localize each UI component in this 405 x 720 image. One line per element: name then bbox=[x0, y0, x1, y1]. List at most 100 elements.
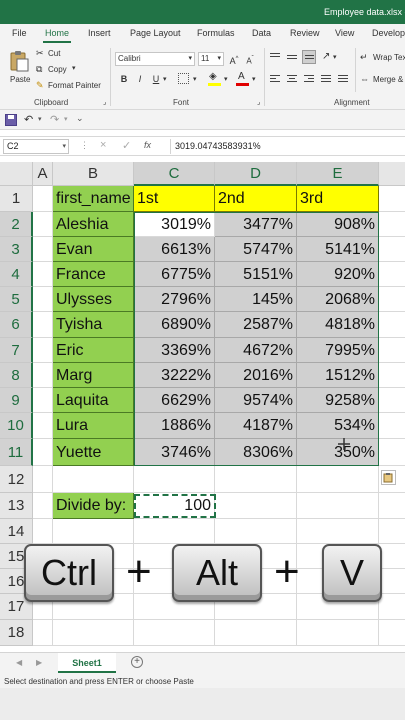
score-2nd-cell[interactable]: 3477% bbox=[215, 212, 297, 237]
decrease-font-icon[interactable]: Aˇ bbox=[244, 53, 256, 66]
score-2nd-cell[interactable]: 5151% bbox=[215, 262, 297, 287]
employee-name-cell[interactable]: Lura bbox=[53, 413, 134, 439]
fill-color-button[interactable]: ◈ bbox=[208, 71, 222, 87]
empty-cell[interactable] bbox=[215, 620, 297, 646]
align-bottom-button[interactable] bbox=[302, 50, 316, 64]
font-name-select[interactable]: Calibri ▾ bbox=[115, 52, 195, 66]
score-1st-cell[interactable]: 3019% bbox=[134, 212, 215, 237]
decrease-indent-icon[interactable] bbox=[321, 75, 331, 83]
row-header-11[interactable]: 11 bbox=[0, 439, 33, 466]
paste-button[interactable]: Paste bbox=[6, 50, 32, 90]
employee-name-cell[interactable]: Tyisha bbox=[53, 312, 134, 338]
score-1st-cell[interactable]: 6613% bbox=[134, 237, 215, 262]
orientation-icon[interactable]: ↗ bbox=[322, 51, 330, 62]
redo-icon[interactable]: ↷ bbox=[50, 113, 59, 126]
cell-a18[interactable] bbox=[33, 620, 53, 646]
row-header-12[interactable]: 12 bbox=[0, 466, 33, 493]
font-color-button[interactable]: A bbox=[236, 71, 250, 87]
wrap-text-button[interactable]: ↵ Wrap Tex bbox=[360, 52, 405, 64]
empty-cell[interactable] bbox=[134, 519, 215, 544]
divide-by-value[interactable]: 100 bbox=[134, 493, 215, 519]
undo-icon[interactable]: ↶ bbox=[24, 113, 33, 126]
empty-cell[interactable] bbox=[53, 466, 134, 493]
score-3rd-cell[interactable]: 9258% bbox=[297, 388, 379, 413]
row-header-10[interactable]: 10 bbox=[0, 413, 33, 439]
tab-developer[interactable]: Develop bbox=[372, 28, 405, 38]
empty-cell[interactable] bbox=[379, 186, 405, 212]
score-2nd-cell[interactable]: 9574% bbox=[215, 388, 297, 413]
score-1st-cell[interactable]: 6629% bbox=[134, 388, 215, 413]
score-2nd-cell[interactable]: 2016% bbox=[215, 363, 297, 388]
save-icon[interactable] bbox=[5, 114, 17, 126]
empty-cell[interactable] bbox=[379, 439, 405, 466]
score-3rd-cell[interactable]: 534% bbox=[297, 413, 379, 439]
chevron-down-icon[interactable]: ▾ bbox=[64, 115, 68, 123]
insert-function-icon[interactable]: fx bbox=[144, 140, 151, 150]
row-header-5[interactable]: 5 bbox=[0, 287, 33, 312]
header-first-name[interactable]: first_name bbox=[53, 186, 134, 212]
empty-cell[interactable] bbox=[379, 363, 405, 388]
empty-cell[interactable] bbox=[379, 287, 405, 312]
column-header-f[interactable] bbox=[379, 162, 405, 186]
tab-file[interactable]: File bbox=[12, 28, 27, 38]
tab-view[interactable]: View bbox=[335, 28, 354, 38]
empty-cell[interactable] bbox=[379, 413, 405, 439]
header-3rd[interactable]: 3rd bbox=[297, 186, 379, 212]
score-1st-cell[interactable]: 3369% bbox=[134, 338, 215, 363]
tab-page-layout[interactable]: Page Layout bbox=[130, 28, 181, 38]
empty-cell[interactable] bbox=[215, 519, 297, 544]
score-3rd-cell[interactable]: 7995% bbox=[297, 338, 379, 363]
empty-cell[interactable] bbox=[379, 594, 405, 620]
cell-a5[interactable] bbox=[33, 287, 53, 312]
score-3rd-cell[interactable]: 908% bbox=[297, 212, 379, 237]
empty-cell[interactable] bbox=[379, 237, 405, 262]
cell-a2[interactable] bbox=[33, 212, 53, 237]
align-top-icon[interactable] bbox=[270, 53, 280, 61]
align-center-icon[interactable] bbox=[287, 75, 297, 83]
cell-a10[interactable] bbox=[33, 413, 53, 439]
employee-name-cell[interactable]: France bbox=[53, 262, 134, 287]
empty-cell[interactable] bbox=[379, 388, 405, 413]
row-header-2[interactable]: 2 bbox=[0, 212, 33, 237]
cut-button[interactable]: ✂ Cut bbox=[36, 48, 76, 60]
score-3rd-cell[interactable]: 920% bbox=[297, 262, 379, 287]
empty-cell[interactable] bbox=[379, 312, 405, 338]
underline-button[interactable]: U bbox=[150, 73, 162, 85]
column-header-c[interactable]: C bbox=[134, 162, 215, 186]
row-header-8[interactable]: 8 bbox=[0, 363, 33, 388]
increase-indent-icon[interactable] bbox=[338, 75, 348, 83]
empty-cell[interactable] bbox=[134, 466, 215, 493]
employee-name-cell[interactable]: Yuette bbox=[53, 439, 134, 466]
row-header-6[interactable]: 6 bbox=[0, 312, 33, 338]
row-header-1[interactable]: 1 bbox=[0, 186, 33, 212]
chevron-down-icon[interactable]: ▾ bbox=[38, 115, 42, 123]
cancel-icon[interactable]: × bbox=[100, 139, 106, 151]
bold-button[interactable]: B bbox=[118, 73, 130, 85]
empty-cell[interactable] bbox=[297, 620, 379, 646]
paste-options-button[interactable] bbox=[381, 470, 396, 485]
empty-cell[interactable] bbox=[134, 620, 215, 646]
italic-button[interactable]: I bbox=[134, 73, 146, 85]
row-header-4[interactable]: 4 bbox=[0, 262, 33, 287]
empty-cell[interactable] bbox=[215, 466, 297, 493]
formula-input[interactable]: 3019.04743583931% bbox=[170, 139, 404, 154]
tab-formulas[interactable]: Formulas bbox=[197, 28, 235, 38]
column-header-b[interactable]: B bbox=[53, 162, 134, 186]
chevron-down-icon[interactable]: ▾ bbox=[252, 75, 256, 83]
customize-qat-icon[interactable]: ⌄ bbox=[76, 113, 84, 124]
cell-a6[interactable] bbox=[33, 312, 53, 338]
add-sheet-icon[interactable]: + bbox=[131, 656, 143, 668]
cell-a12[interactable] bbox=[33, 466, 53, 493]
header-2nd[interactable]: 2nd bbox=[215, 186, 297, 212]
chevron-down-icon[interactable]: ▾ bbox=[193, 75, 197, 83]
merge-center-button[interactable]: ⇔ Merge & bbox=[360, 74, 405, 86]
empty-cell[interactable] bbox=[379, 212, 405, 237]
tab-data[interactable]: Data bbox=[252, 28, 271, 38]
score-3rd-cell[interactable]: 5141% bbox=[297, 237, 379, 262]
score-1st-cell[interactable]: 6775% bbox=[134, 262, 215, 287]
empty-cell[interactable] bbox=[379, 544, 405, 569]
score-1st-cell[interactable]: 1886% bbox=[134, 413, 215, 439]
row-header-7[interactable]: 7 bbox=[0, 338, 33, 363]
empty-cell[interactable] bbox=[379, 338, 405, 363]
cell-a9[interactable] bbox=[33, 388, 53, 413]
